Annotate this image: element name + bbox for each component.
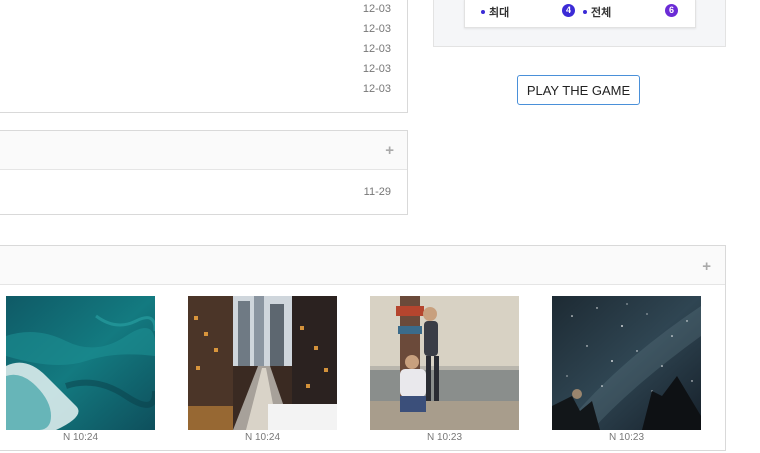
play-the-game-button[interactable]: PLAY THE GAME xyxy=(517,75,640,105)
gallery-header: + xyxy=(0,246,725,285)
recent-posts-panel: 12-03 12-03 12-03 12-03 12-03 xyxy=(0,0,408,113)
stat-max-badge: 4 xyxy=(562,4,575,17)
gallery-thumbnail-people[interactable] xyxy=(370,296,519,430)
plus-icon[interactable]: + xyxy=(702,259,711,274)
gallery-thumbnail-night-sky[interactable] xyxy=(552,296,701,430)
stat-total-label: 전체 xyxy=(591,7,612,19)
post-date: 12-03 xyxy=(362,3,391,15)
photo-gallery-panel: + N 10:24 N 10:24 N 10:23 N 10:23 xyxy=(0,245,726,451)
stat-total: 전체 xyxy=(583,4,611,20)
visitor-stats-box: 최대 4 전체 6 xyxy=(433,0,726,47)
visitor-stats-card: 최대 4 전체 6 xyxy=(464,0,696,28)
post-date: 12-03 xyxy=(362,43,391,55)
gallery-thumbnail-city[interactable] xyxy=(188,296,337,430)
post-date: 12-03 xyxy=(362,63,391,75)
board-panel: + 11-29 xyxy=(0,130,408,215)
plus-icon[interactable]: + xyxy=(385,143,394,158)
stat-max: 최대 xyxy=(481,4,509,20)
stat-total-badge: 6 xyxy=(665,4,678,17)
board-panel-header: + xyxy=(0,131,407,170)
post-date: 11-29 xyxy=(363,186,391,198)
bullet-icon xyxy=(481,10,485,14)
thumbnail-caption: N 10:23 xyxy=(608,432,645,443)
post-date: 12-03 xyxy=(362,23,391,35)
thumbnail-caption: N 10:23 xyxy=(426,432,463,443)
gallery-thumbnail-ocean[interactable] xyxy=(6,296,155,430)
bullet-icon xyxy=(583,10,587,14)
thumbnail-caption: N 10:24 xyxy=(244,432,281,443)
stat-max-label: 최대 xyxy=(489,7,510,19)
thumbnail-caption: N 10:24 xyxy=(62,432,99,443)
post-date: 12-03 xyxy=(362,83,391,95)
